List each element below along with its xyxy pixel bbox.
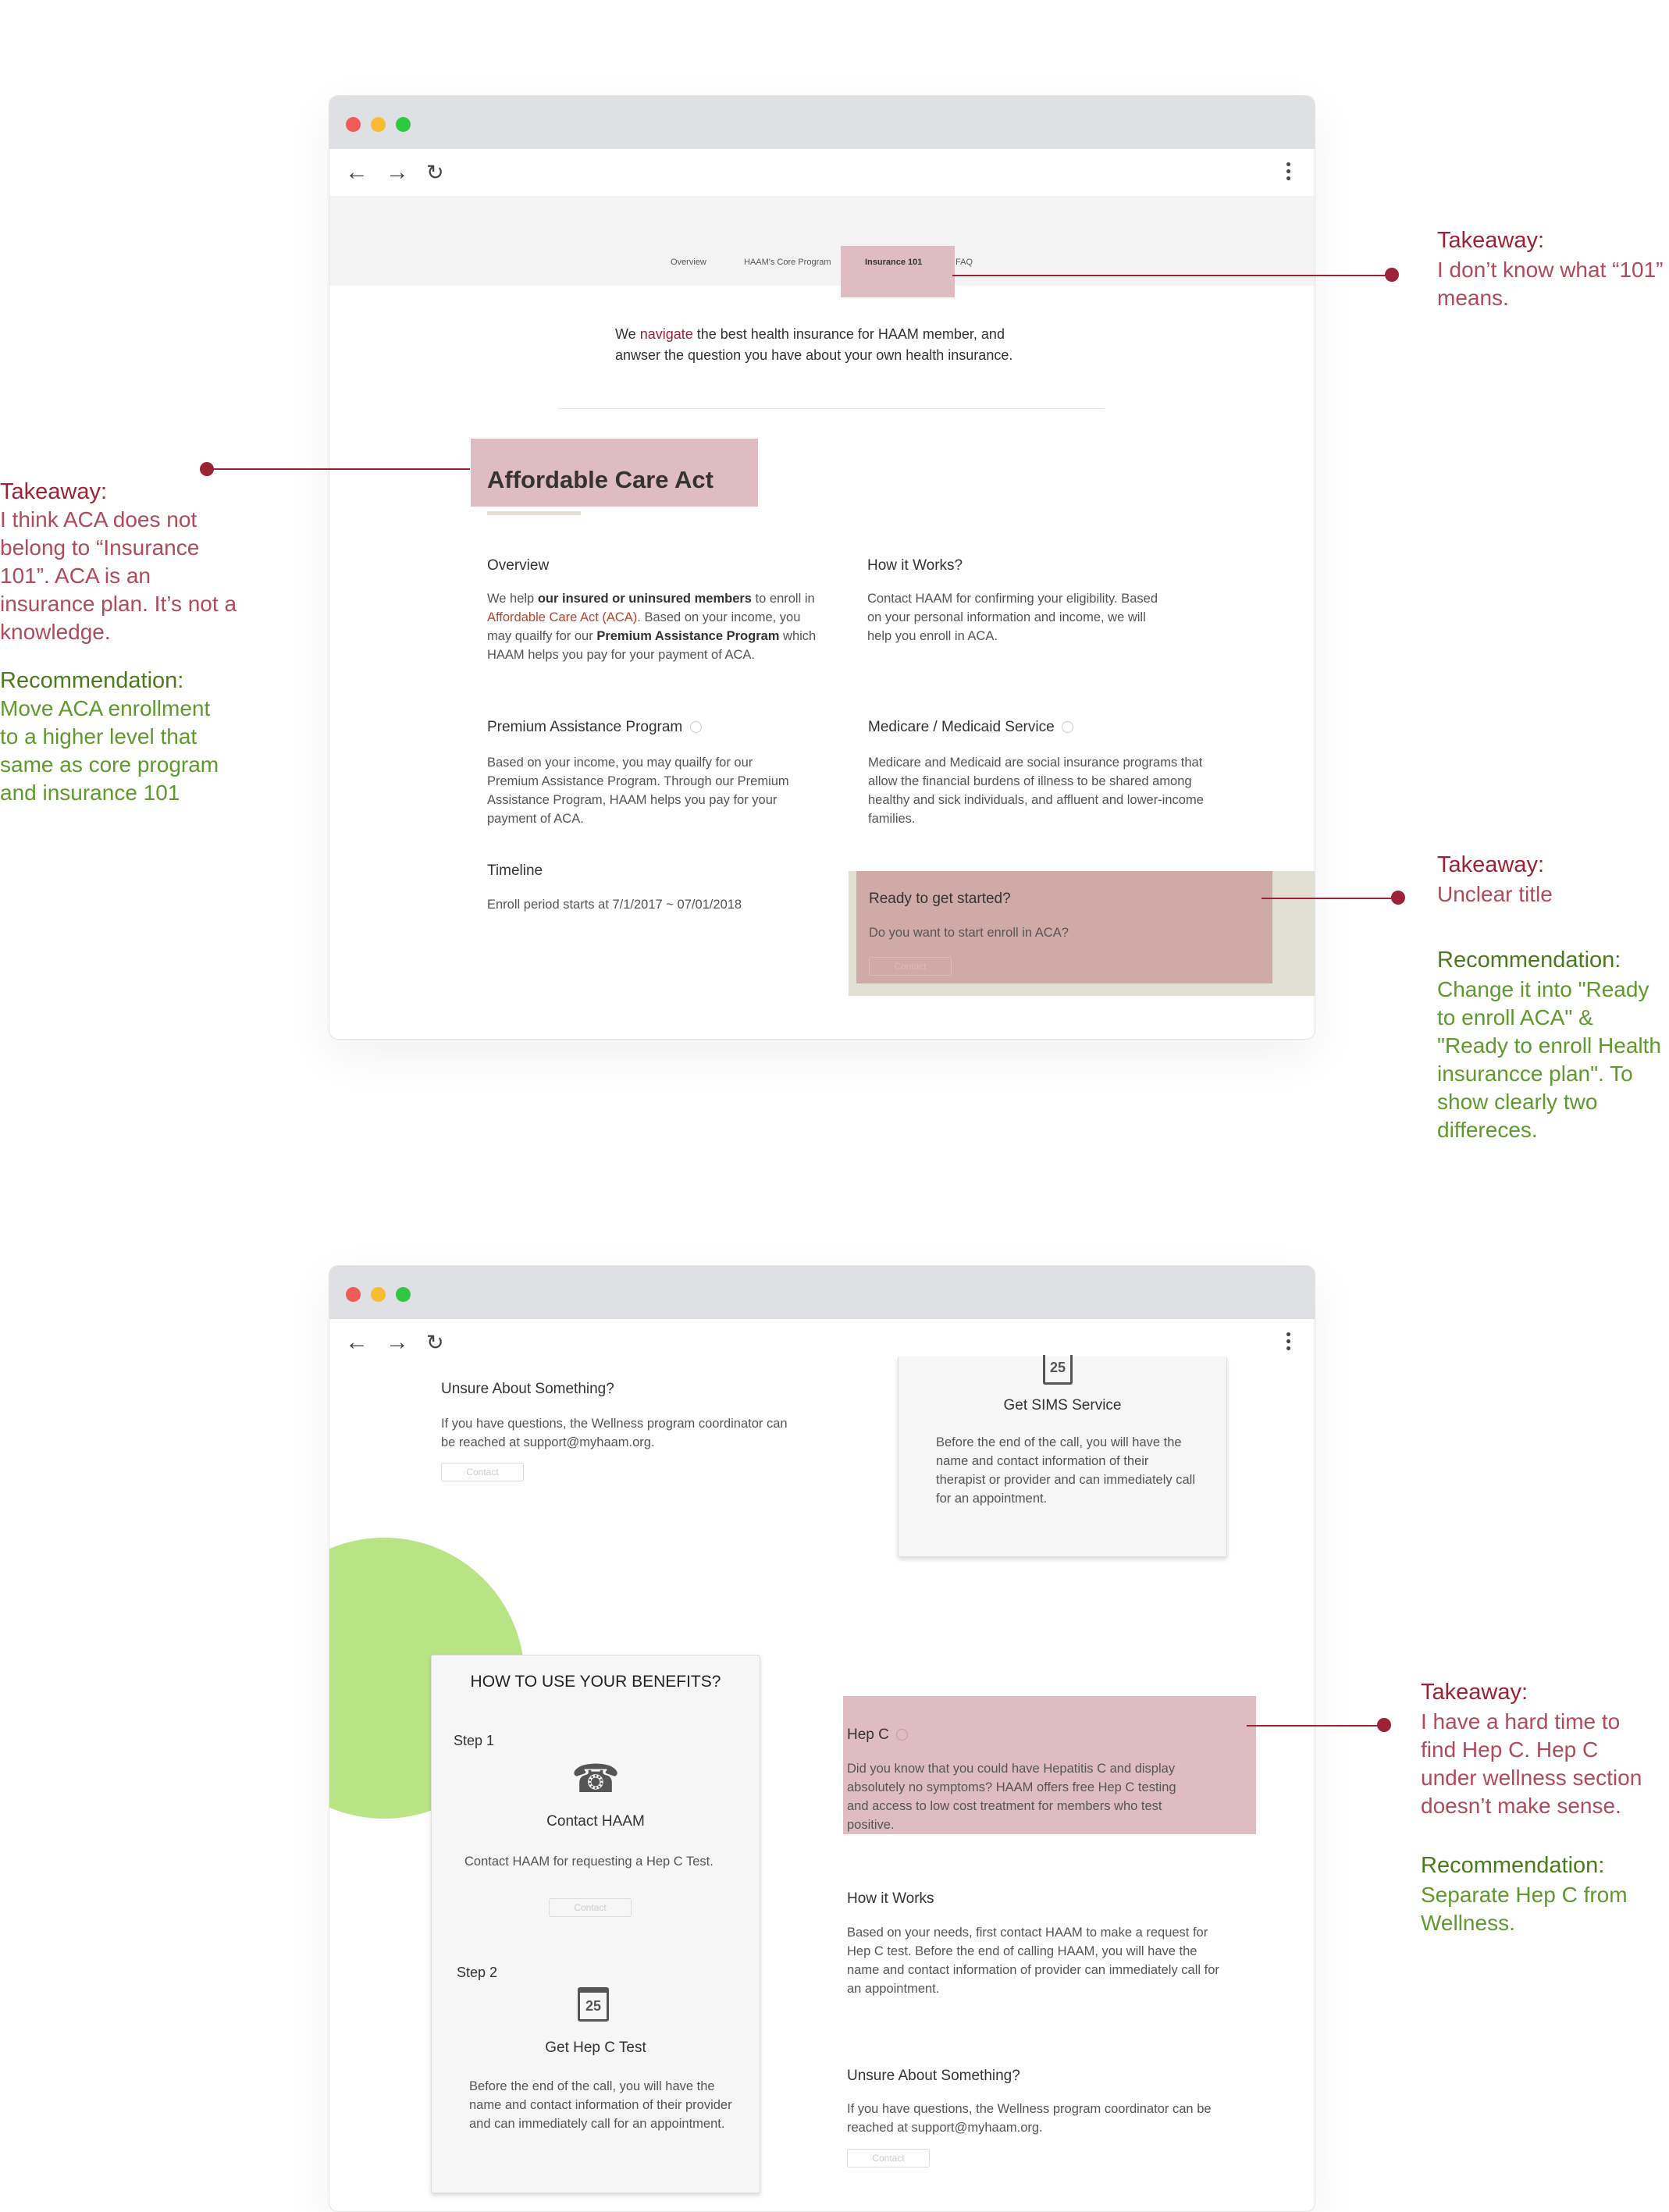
more-options-icon[interactable]: [1286, 1332, 1291, 1353]
hepc-heading: Hep C: [847, 1727, 909, 1744]
annotation-pin-1: [1385, 268, 1399, 282]
nav-insurance-101[interactable]: Insurance 101: [865, 258, 922, 267]
step1-label: Step 1: [454, 1733, 495, 1748]
reload-icon[interactable]: ↻: [426, 1327, 444, 1358]
takeaway-label-2: Takeaway:: [0, 479, 108, 504]
timeline-heading: Timeline: [487, 862, 543, 879]
step1-text: Contact HAAM for requesting a Hep C Test…: [464, 1855, 714, 1869]
title-bar: [329, 1266, 1315, 1319]
calendar-icon: 25: [1043, 1355, 1073, 1385]
nav-faq[interactable]: FAQ: [955, 258, 973, 267]
info-icon[interactable]: [1061, 721, 1073, 734]
nav-highlight: [841, 246, 955, 297]
unsure-heading-top: Unsure About Something?: [441, 1381, 614, 1397]
annotation-line-4: [1247, 1725, 1381, 1727]
takeaway-text-1: I don’t know what “101” means.: [1437, 258, 1664, 310]
takeaway-text-4: I have a hard time to find Hep C. Hep C …: [1421, 1709, 1642, 1818]
step1-contact-button[interactable]: Contact: [549, 1898, 632, 1917]
premium-heading: Premium Assistance Program: [487, 719, 702, 736]
sims-title: Get SIMS Service: [1003, 1397, 1122, 1414]
maximize-window-button[interactable]: [396, 117, 411, 132]
nav-core-program[interactable]: HAAM's Core Program: [744, 258, 831, 267]
premium-text: Based on your income, you may quailfy fo…: [487, 756, 789, 826]
annotation-pin-3: [1391, 891, 1405, 905]
section-title: Affordable Care Act: [487, 466, 714, 493]
site-navbar: [329, 196, 1315, 286]
overview-heading: Overview: [487, 557, 550, 574]
info-icon[interactable]: [896, 1729, 909, 1741]
annotation-line-1: [952, 275, 1393, 276]
unsure-contact-button-bottom[interactable]: Contact: [847, 2149, 930, 2168]
unsure-text-top: If you have questions, the Wellness prog…: [441, 1417, 788, 1449]
takeaway-label-3: Takeaway:: [1437, 852, 1545, 877]
close-window-button[interactable]: [346, 1287, 361, 1302]
more-options-icon[interactable]: [1286, 162, 1291, 183]
minimize-window-button[interactable]: [371, 1287, 386, 1302]
benefits-card: HOW TO USE YOUR BENEFITS? Step 1 ☎ Conta…: [431, 1655, 760, 2193]
takeaway-text-2: I think ACA does not belong to “Insuranc…: [0, 507, 237, 644]
browser-window-hepc: ← → ↻ Unsure About Something? If you hav…: [329, 1265, 1315, 2212]
reload-icon[interactable]: ↻: [426, 157, 444, 188]
info-icon[interactable]: [689, 721, 702, 734]
annotation-line-2: [207, 468, 470, 470]
title-bar: [329, 96, 1315, 149]
hepc-text: Did you know that you could have Hepatit…: [847, 1762, 1176, 1832]
intro-divider: [558, 408, 1105, 409]
takeaway-label-1: Takeaway:: [1437, 228, 1545, 253]
forward-arrow-icon[interactable]: →: [386, 1327, 409, 1358]
intro-highlight: navigate: [639, 326, 693, 342]
cta-contact-button[interactable]: Contact: [869, 957, 952, 976]
unsure-text-bottom: If you have questions, the Wellness prog…: [847, 2102, 1212, 2135]
sims-text: Before the end of the call, you will hav…: [936, 1435, 1195, 1506]
nav-overview[interactable]: Overview: [671, 258, 706, 267]
minimize-window-button[interactable]: [371, 117, 386, 132]
how-it-works-text: Based on your needs, first contact HAAM …: [847, 1926, 1219, 1996]
calendar-icon: 25: [578, 1987, 609, 2022]
telephone-icon: ☎: [571, 1757, 621, 1801]
timeline-text: Enroll period starts at 7/1/2017 ~ 07/01…: [487, 898, 742, 912]
recommendation-label-2: Recommendation:: [0, 668, 184, 693]
step2-title: Get Hep C Test: [545, 2040, 646, 2056]
how-it-works-text: Contact HAAM for confirming your eligibi…: [867, 592, 1158, 643]
step1-title: Contact HAAM: [546, 1813, 645, 1830]
recommendation-label-3: Recommendation:: [1437, 948, 1621, 973]
close-window-button[interactable]: [346, 117, 361, 132]
intro-text: We navigate the best health insurance fo…: [615, 326, 1013, 363]
annotation-line-3: [1262, 898, 1394, 899]
forward-arrow-icon[interactable]: →: [386, 157, 409, 188]
back-arrow-icon[interactable]: ←: [345, 157, 368, 188]
cta-text: Do you want to start enroll in ACA?: [869, 926, 1069, 940]
aca-link[interactable]: Affordable Care Act (ACA): [487, 610, 637, 624]
maximize-window-button[interactable]: [396, 1287, 411, 1302]
how-it-works-heading: How it Works: [847, 1890, 934, 1907]
medicare-text: Medicare and Medicaid are social insuran…: [868, 756, 1204, 826]
back-arrow-icon[interactable]: ←: [345, 1327, 368, 1358]
recommendation-text-3: Change it into "Ready to enroll ACA" & "…: [1437, 977, 1661, 1142]
takeaway-label-4: Takeaway:: [1421, 1680, 1528, 1705]
browser-window-insurance: ← → ↻ Overview HAAM's Core Program Insur…: [329, 95, 1315, 1040]
recommendation-text-2: Move ACA enrollment to a higher level th…: [0, 696, 219, 805]
recommendation-label-4: Recommendation:: [1421, 1853, 1605, 1878]
recommendation-text-4: Separate Hep C from Wellness.: [1421, 1883, 1628, 1935]
annotation-pin-4: [1377, 1718, 1391, 1732]
step2-label: Step 2: [457, 1965, 498, 1980]
benefits-title: HOW TO USE YOUR BENEFITS?: [470, 1673, 721, 1691]
cta-title: Ready to get started?: [869, 891, 1011, 907]
takeaway-text-3: Unclear title: [1437, 882, 1553, 906]
title-underline: [487, 511, 581, 515]
how-it-works-heading: How it Works?: [867, 557, 963, 574]
medicare-heading: Medicare / Medicaid Service: [868, 719, 1073, 736]
unsure-heading-bottom: Unsure About Something?: [847, 2068, 1020, 2084]
step2-text: Before the end of the call, you will hav…: [469, 2079, 732, 2131]
sims-card: 25 Get SIMS Service Before the end of th…: [898, 1355, 1227, 1557]
unsure-contact-button-top[interactable]: Contact: [441, 1463, 524, 1481]
browser-toolbar: ← → ↻: [329, 149, 1315, 196]
overview-text: We help our insured or uninsured members…: [487, 592, 817, 662]
